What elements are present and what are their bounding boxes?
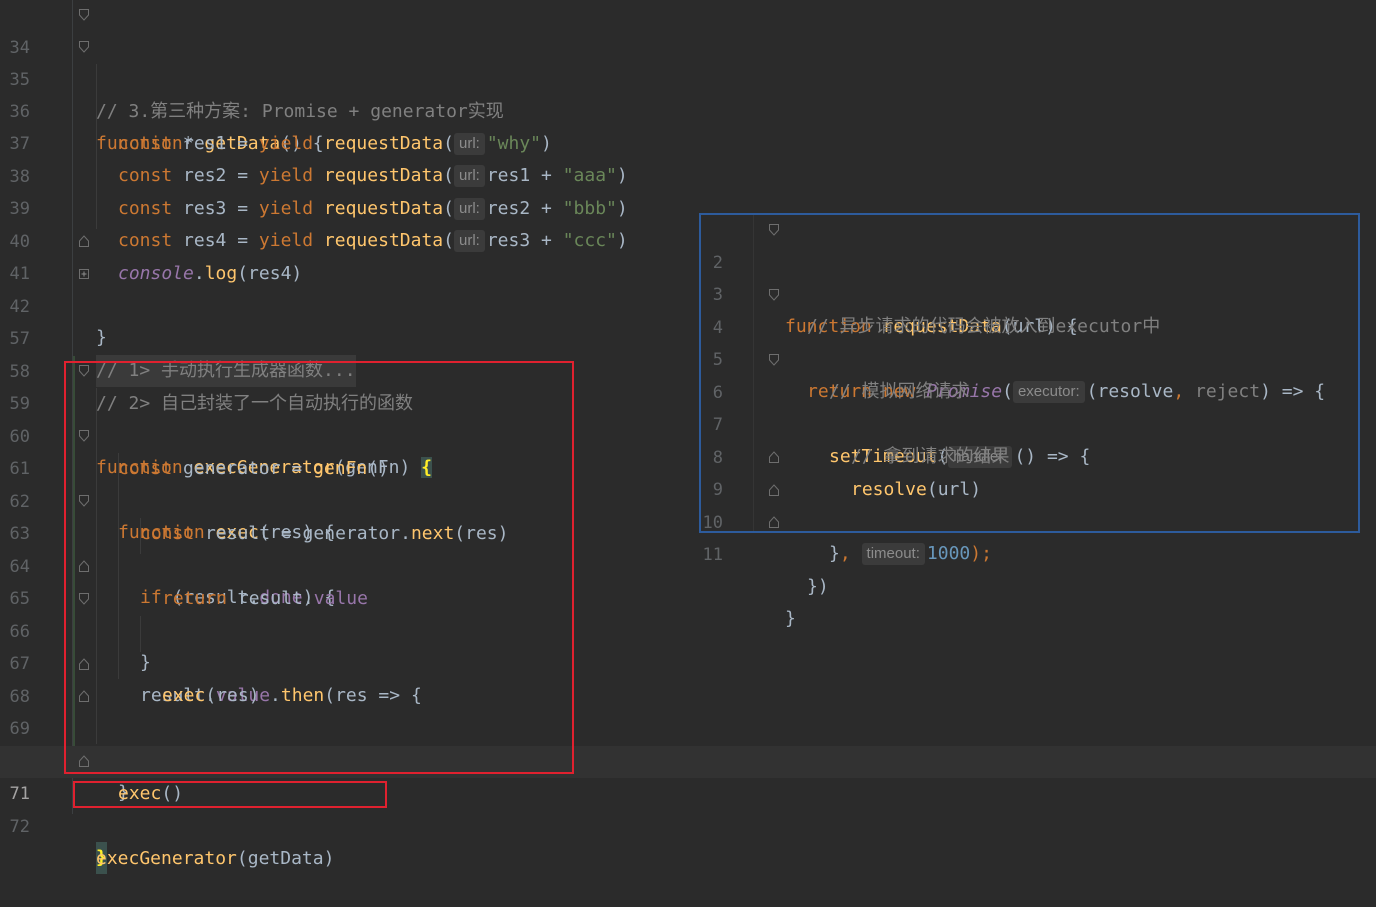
popup-code-line[interactable]: 3 // 异步请求的代码会被放入到executor中	[701, 247, 1358, 337]
line-number: 72	[9, 817, 30, 837]
param-hint: timeout:	[861, 543, 925, 565]
fold-close-icon[interactable]	[79, 235, 89, 247]
fold-close-icon[interactable]	[769, 451, 779, 463]
code-text: }	[785, 608, 796, 629]
fold-open-icon[interactable]	[769, 224, 779, 236]
popup-code-line[interactable]: 7 // 拿到请求的结果	[701, 377, 1358, 467]
popup-code-line[interactable]: 2 function requestData(url) {	[701, 215, 1358, 337]
code-line[interactable]: 39 const res4 = yield requestData(url: re…	[0, 161, 1376, 252]
popup-code-line[interactable]: 9 }, timeout: 1000);	[701, 442, 1358, 565]
code-line[interactable]: 35 function* getData() {	[0, 32, 1376, 154]
line-number: 11	[702, 545, 723, 565]
annotation-box-exec-generator	[64, 361, 574, 774]
definition-popup[interactable]: 2 function requestData(url) { 3 // 异步请求的…	[699, 213, 1360, 629]
code-line[interactable]: 38 const res3 = yield requestData(url: re…	[0, 129, 1376, 220]
popup-code-line[interactable]: 5 // 模拟网络请求	[701, 312, 1358, 402]
annotation-box-call	[73, 781, 387, 808]
popup-code-line[interactable]: 8 resolve(url)	[701, 410, 1358, 500]
code-line[interactable]: 34 // 3.第三种方案: Promise + generator实现	[0, 0, 1376, 122]
fold-close-icon[interactable]	[769, 516, 779, 528]
popup-code-line[interactable]: 4 return new Promise(executor: (resolve, …	[701, 280, 1358, 403]
fold-open-icon[interactable]	[769, 354, 779, 366]
fold-open-icon[interactable]	[769, 289, 779, 301]
code-line[interactable]: 36 const res1 = yield requestData(url: "w…	[0, 64, 1376, 155]
code-line[interactable]: 37 const res2 = yield requestData(url: re…	[0, 96, 1376, 187]
code-text: })	[807, 576, 829, 597]
fold-expand-icon[interactable]	[79, 268, 89, 280]
fold-close-icon[interactable]	[769, 484, 779, 496]
fold-open-icon[interactable]	[79, 41, 89, 53]
code-text: }, timeout: 1000);	[829, 543, 992, 565]
fold-open-icon[interactable]	[79, 9, 89, 21]
code-text: execGenerator(getData)	[96, 848, 335, 869]
popup-code-line[interactable]: 6 setTimeout(handler:() => {	[701, 345, 1358, 468]
popup-code-line[interactable]: 11 }	[701, 507, 1358, 629]
popup-code-line[interactable]: 10 })	[701, 475, 1358, 597]
